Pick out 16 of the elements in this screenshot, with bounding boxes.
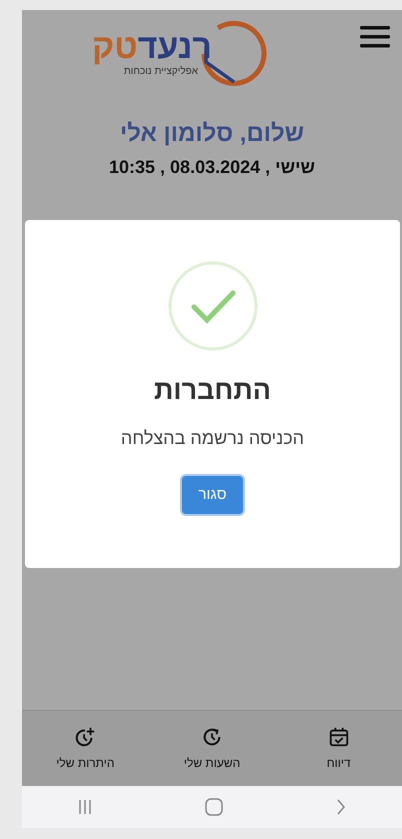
- back-icon[interactable]: [336, 799, 346, 815]
- clock-refresh-icon: [201, 726, 224, 748]
- nav-tab[interactable]: דיווח: [288, 726, 389, 772]
- checkmark-icon: [166, 260, 258, 352]
- dialog-title: התחברות: [154, 374, 271, 407]
- dialog-message: הכניסה נרשמה בהצלחה: [120, 426, 304, 450]
- greeting: שלום, סלומון אלי: [118, 119, 306, 149]
- date-time: שישי , 08.03.2024 , 10:35: [108, 156, 316, 179]
- clock-plus-icon: [74, 726, 96, 748]
- nav-tab[interactable]: היתרות שלי: [35, 726, 136, 772]
- nav-tab[interactable]: השעות שלי: [162, 726, 262, 772]
- calendar-check-icon: [328, 726, 350, 748]
- recent-apps-icon[interactable]: [78, 799, 92, 815]
- menu-icon[interactable]: [360, 26, 390, 48]
- close-button[interactable]: סגור: [182, 476, 243, 514]
- home-icon[interactable]: [204, 798, 223, 816]
